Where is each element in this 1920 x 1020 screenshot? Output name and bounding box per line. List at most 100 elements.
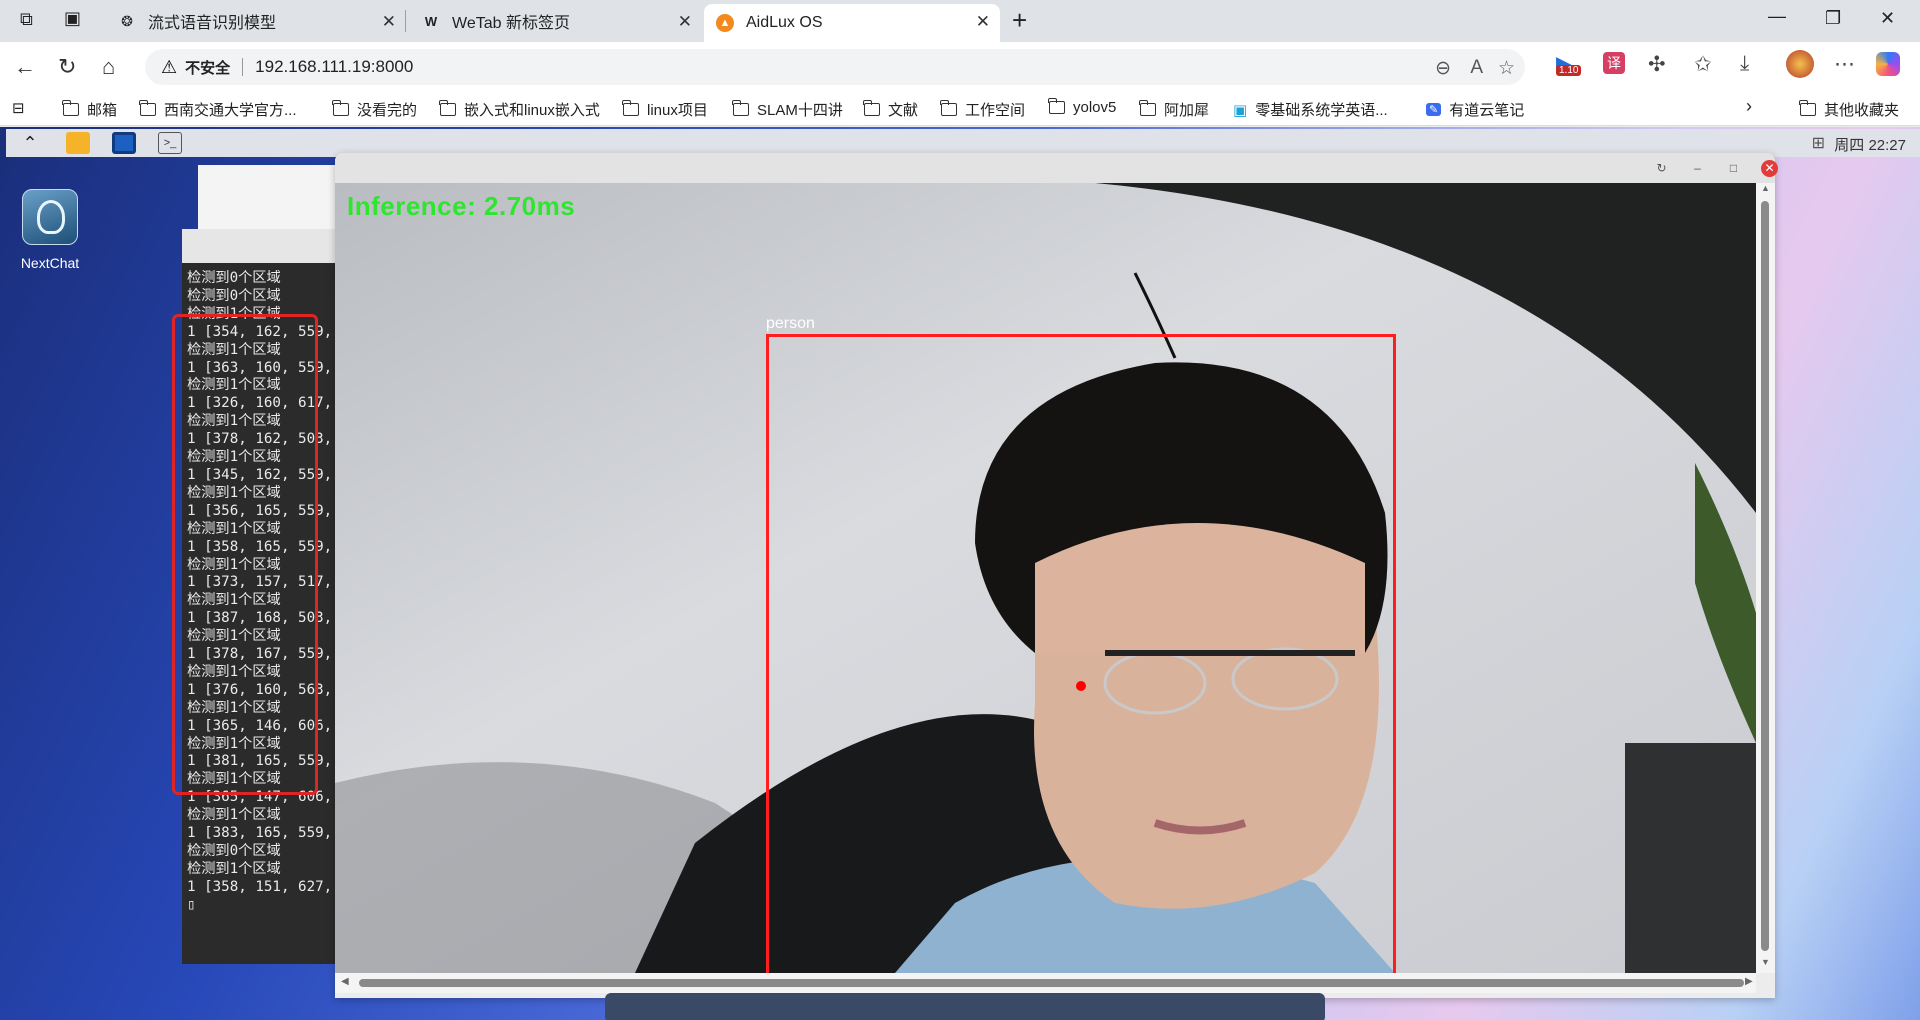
wetab-icon: W [424,13,438,29]
viewer-titlebar[interactable]: ↻ – □ ✕ [335,153,1778,183]
back-button[interactable]: ← [14,54,36,80]
openai-icon: ❂ [121,12,133,29]
terminal-line: 检测到1个区域 [187,860,281,877]
collections-icon[interactable]: ⊟ [12,99,25,117]
downloads-icon[interactable]: ⤓ [1740,52,1749,76]
scroll-right-icon[interactable]: ▶ [1745,976,1753,987]
keypoint-marker [1076,681,1086,691]
other-bookmarks[interactable]: 其他收藏夹 [1799,99,1899,120]
zoom-out-icon[interactable]: ⊖ [1435,57,1451,80]
bookmark-link[interactable]: ✎ 有道云笔记 [1426,99,1524,120]
tab-aidlux[interactable]: ▲ AidLux OS ✕ [704,4,1000,42]
close-icon[interactable]: ✕ [976,12,990,32]
desktop-icon-label[interactable]: NextChat [14,255,86,271]
tab-title: 流式语音识别模型 [148,15,277,32]
new-tab-button[interactable]: + [1012,5,1027,36]
minimize-button[interactable]: – [1689,160,1706,177]
bookmark-link[interactable]: ▣ 零基础系统学英语... [1233,99,1388,120]
bookmark-folder[interactable]: linux项目 [622,99,708,120]
close-icon[interactable]: ✕ [678,12,692,32]
favorite-star-icon[interactable]: ☆ [1498,57,1515,80]
horizontal-scrollbar[interactable]: ◀ ▶ [335,973,1756,993]
extensions-puzzle-icon[interactable]: ✣ [1648,52,1666,77]
tab-speech-model[interactable]: ❂ 流式语音识别模型 ✕ [106,4,406,38]
workspaces-icon[interactable]: ⧉ [20,9,33,30]
network-icon[interactable]: ⊞ [1812,133,1825,153]
folder-icon [1799,100,1816,116]
folder-icon [439,100,456,116]
bookmark-folder[interactable]: SLAM十四讲 [732,99,843,120]
bookmark-folder[interactable]: 没看完的 [332,99,417,120]
read-aloud-icon[interactable]: A [1470,57,1483,79]
background-window[interactable] [198,165,358,235]
bookmark-folder[interactable]: 邮箱 [62,99,117,120]
minimize-button[interactable]: — [1768,6,1786,27]
close-window-button[interactable]: ✕ [1880,8,1895,29]
folder-icon [139,100,156,116]
close-button[interactable]: ✕ [1761,160,1778,177]
files-app-icon[interactable] [66,132,90,154]
scrollbar-thumb[interactable] [359,979,1744,987]
folder-icon [622,100,639,116]
bookmark-folder[interactable]: 嵌入式和linux嵌入式 [439,99,600,120]
chevron-right-icon[interactable]: › [1746,96,1752,117]
bookmark-folder[interactable]: 阿加犀 [1139,99,1209,120]
bookmarks-bar: ⊟ 邮箱 西南交通大学官方... 没看完的 嵌入式和linux嵌入式 linux… [0,92,1920,126]
folder-icon [332,100,349,116]
refresh-icon[interactable]: ↻ [1653,160,1670,177]
vertical-scrollbar[interactable]: ▲ ▼ [1756,183,1775,973]
avatar[interactable] [1786,50,1814,78]
scroll-left-icon[interactable]: ◀ [341,976,349,987]
bookmark-folder[interactable]: 工作空间 [940,99,1025,120]
aidlux-desktop: ⌃ >_ ⊞ 周四 22:27 NextChat 检测到0个区域 检测到0个区域检… [0,127,1920,1020]
clock: 周四 22:27 [1834,137,1906,154]
folder-icon [62,100,79,116]
scroll-down-icon[interactable]: ▼ [1761,957,1770,967]
extension-badge: 1.10 [1556,65,1582,76]
security-label[interactable]: 不安全 [185,57,230,78]
folder-icon [863,100,880,116]
extension-icon[interactable]: 译 [1603,52,1625,74]
vertical-tabs-icon[interactable]: ▣ [64,8,81,29]
bilibili-icon: ▣ [1233,101,1248,119]
more-menu-icon[interactable]: ⋯ [1834,52,1855,77]
tab-wetab[interactable]: W WeTab 新标签页 ✕ [410,4,702,38]
camera-viewer-window[interactable]: ↻ – □ ✕ Inference: 2.70ms person ▲ ▼ ◀ ▶ [335,153,1778,998]
address-bar[interactable]: ⚠ 不安全 192.168.111.19:8000 ⊖ A ☆ [145,49,1525,85]
terminal-app-icon[interactable]: >_ [158,132,182,154]
extension-translate-icon[interactable]: ▶ 1.10 [1556,51,1582,76]
warning-icon: ⚠ [161,56,178,77]
favorites-icon[interactable]: ✩ [1694,52,1712,77]
bookmark-folder[interactable]: 文献 [863,99,918,120]
youdao-note-icon: ✎ [1426,103,1442,116]
browser-toolbar: ← ↻ ⌂ ⚠ 不安全 192.168.111.19:8000 ⊖ A ☆ ▶ … [0,42,1920,92]
folder-icon [1139,100,1156,116]
aidlux-icon: ▲ [716,14,734,32]
window-app-icon[interactable] [112,132,136,154]
terminal-line: 1 [383, 165, 559, 5 [187,825,342,842]
scroll-up-icon[interactable]: ▲ [1761,183,1770,193]
highlight-box [172,314,318,795]
maximize-button[interactable]: □ [1725,160,1742,177]
home-button[interactable]: ⌂ [102,54,115,80]
terminal-line: 检测到1个区域 [187,807,281,824]
copilot-icon[interactable] [1876,52,1900,76]
bookmark-folder[interactable]: yolov5 [1048,98,1116,116]
url-text[interactable]: 192.168.111.19:8000 [255,57,413,77]
reload-button[interactable]: ↻ [58,54,76,80]
detection-class-label: person [766,315,815,332]
folder-icon [1048,98,1065,114]
inference-time-label: Inference: 2.70ms [347,191,576,221]
nextchat-app-icon[interactable] [22,189,78,245]
restore-button[interactable]: ❐ [1825,8,1841,29]
terminal-titlebar[interactable] [182,229,342,263]
aidlux-logo-icon[interactable]: ⌃ [18,132,42,154]
terminal-line: 检测到0个区域 [187,843,281,859]
tab-bar: ⧉ ▣ ❂ 流式语音识别模型 ✕ W WeTab 新标签页 ✕ ▲ AidLux… [0,0,1920,42]
tab-separator [405,10,406,32]
os-dock [605,993,1325,1020]
bookmark-folder[interactable]: 西南交通大学官方... [139,99,297,120]
close-icon[interactable]: ✕ [382,12,396,32]
terminal-line: ▯ [187,896,196,913]
scrollbar-thumb[interactable] [1761,201,1769,951]
